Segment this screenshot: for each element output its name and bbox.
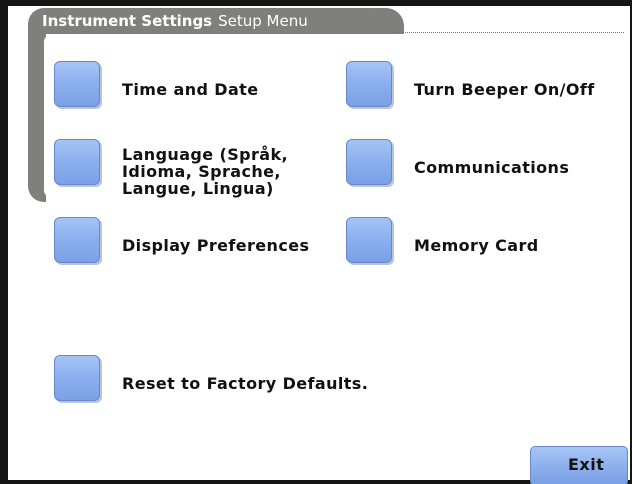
exit-button-label: Exit bbox=[568, 455, 605, 474]
reset-defaults-button[interactable] bbox=[54, 355, 100, 401]
memory-card-button[interactable] bbox=[346, 217, 392, 263]
language-label-line-2: Idioma, Sprache, bbox=[122, 162, 281, 181]
time-date-label: Time and Date bbox=[122, 80, 259, 99]
page-title: Instrument Settings Setup Menu bbox=[42, 11, 308, 31]
language-label: Language (Språk, Idioma, Sprache, Langue… bbox=[122, 146, 288, 197]
beeper-label: Turn Beeper On/Off bbox=[414, 80, 595, 99]
reset-defaults-label: Reset to Factory Defaults. bbox=[122, 374, 369, 393]
communications-button[interactable] bbox=[346, 139, 392, 185]
language-label-line-1: Language (Språk, bbox=[122, 145, 288, 164]
title-normal-text: Setup Menu bbox=[218, 12, 308, 30]
memory-card-label: Memory Card bbox=[414, 236, 539, 255]
display-preferences-button[interactable] bbox=[54, 217, 100, 263]
title-bold-text: Instrument Settings bbox=[42, 12, 213, 30]
spine-inner bbox=[44, 34, 52, 198]
title-dotted-rule bbox=[392, 32, 624, 33]
beeper-button[interactable] bbox=[346, 61, 392, 107]
language-label-line-3: Langue, Lingua) bbox=[122, 179, 274, 198]
communications-label: Communications bbox=[414, 158, 570, 177]
instrument-settings-screen: Instrument Settings Setup Menu Time and D… bbox=[0, 0, 632, 484]
time-date-button[interactable] bbox=[54, 61, 100, 107]
display-preferences-label: Display Preferences bbox=[122, 236, 310, 255]
language-button[interactable] bbox=[54, 139, 100, 185]
